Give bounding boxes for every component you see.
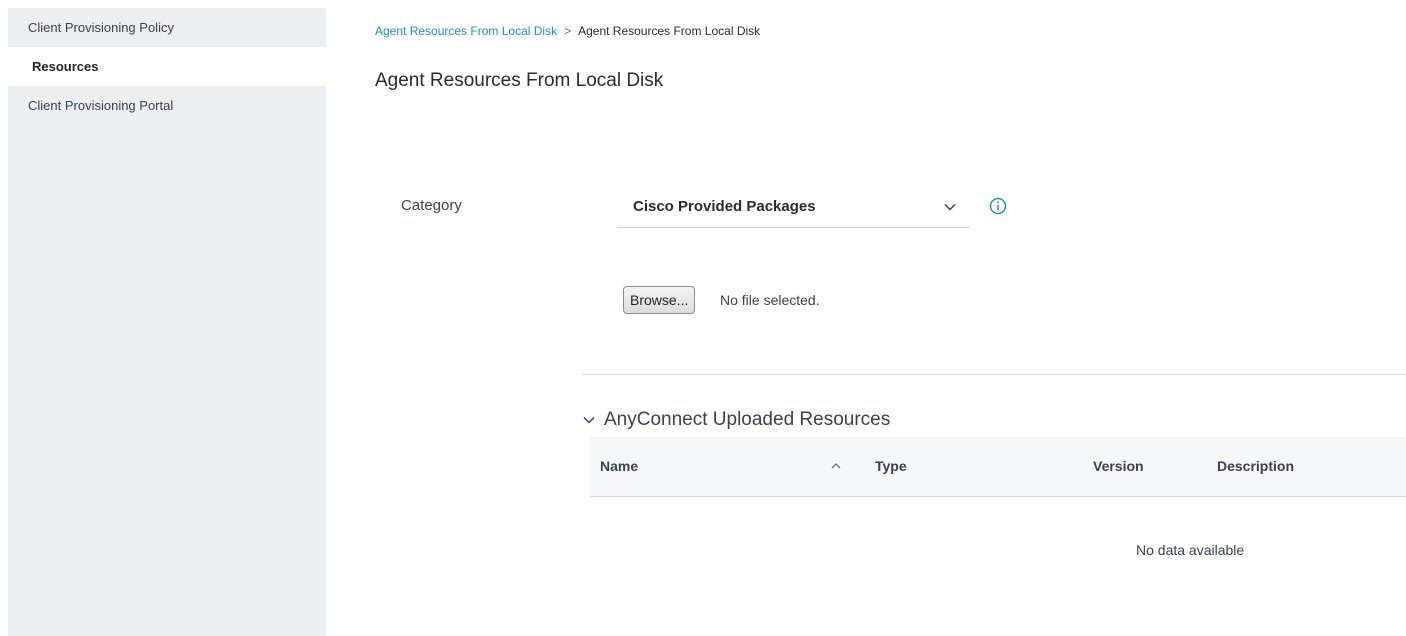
category-label: Category	[401, 197, 462, 214]
column-header-type[interactable]: Type	[875, 458, 907, 474]
table-header: Name Type Version Description	[590, 437, 1406, 497]
column-header-description[interactable]: Description	[1217, 458, 1294, 474]
file-status-text: No file selected.	[720, 292, 820, 308]
sort-ascending-icon[interactable]	[830, 460, 842, 472]
sidebar-item-client-provisioning-policy[interactable]: Client Provisioning Policy	[8, 8, 326, 47]
section-divider	[582, 374, 1406, 375]
column-header-name[interactable]: Name	[600, 458, 638, 474]
anyconnect-section-toggle[interactable]: AnyConnect Uploaded Resources	[582, 409, 890, 431]
chevron-down-icon	[583, 416, 595, 424]
page-title: Agent Resources From Local Disk	[375, 70, 664, 91]
breadcrumb-current: Agent Resources From Local Disk	[578, 24, 761, 38]
sidebar-item-client-provisioning-portal[interactable]: Client Provisioning Portal	[8, 86, 326, 125]
column-header-version[interactable]: Version	[1093, 458, 1144, 474]
breadcrumb: Agent Resources From Local Disk > Agent …	[375, 24, 760, 38]
browse-button[interactable]: Browse...	[623, 286, 696, 314]
breadcrumb-link[interactable]: Agent Resources From Local Disk	[375, 24, 557, 38]
info-icon[interactable]	[989, 197, 1007, 215]
breadcrumb-separator: >	[564, 24, 572, 38]
category-select[interactable]: Cisco Provided Packages	[617, 188, 969, 228]
section-title: AnyConnect Uploaded Resources	[604, 409, 891, 430]
sidebar: Client Provisioning Policy Resources Cli…	[8, 8, 326, 636]
chevron-down-icon	[944, 203, 956, 211]
category-select-value: Cisco Provided Packages	[633, 198, 816, 215]
sidebar-item-resources[interactable]: Resources	[8, 47, 326, 86]
table-empty-message: No data available	[1136, 542, 1245, 558]
